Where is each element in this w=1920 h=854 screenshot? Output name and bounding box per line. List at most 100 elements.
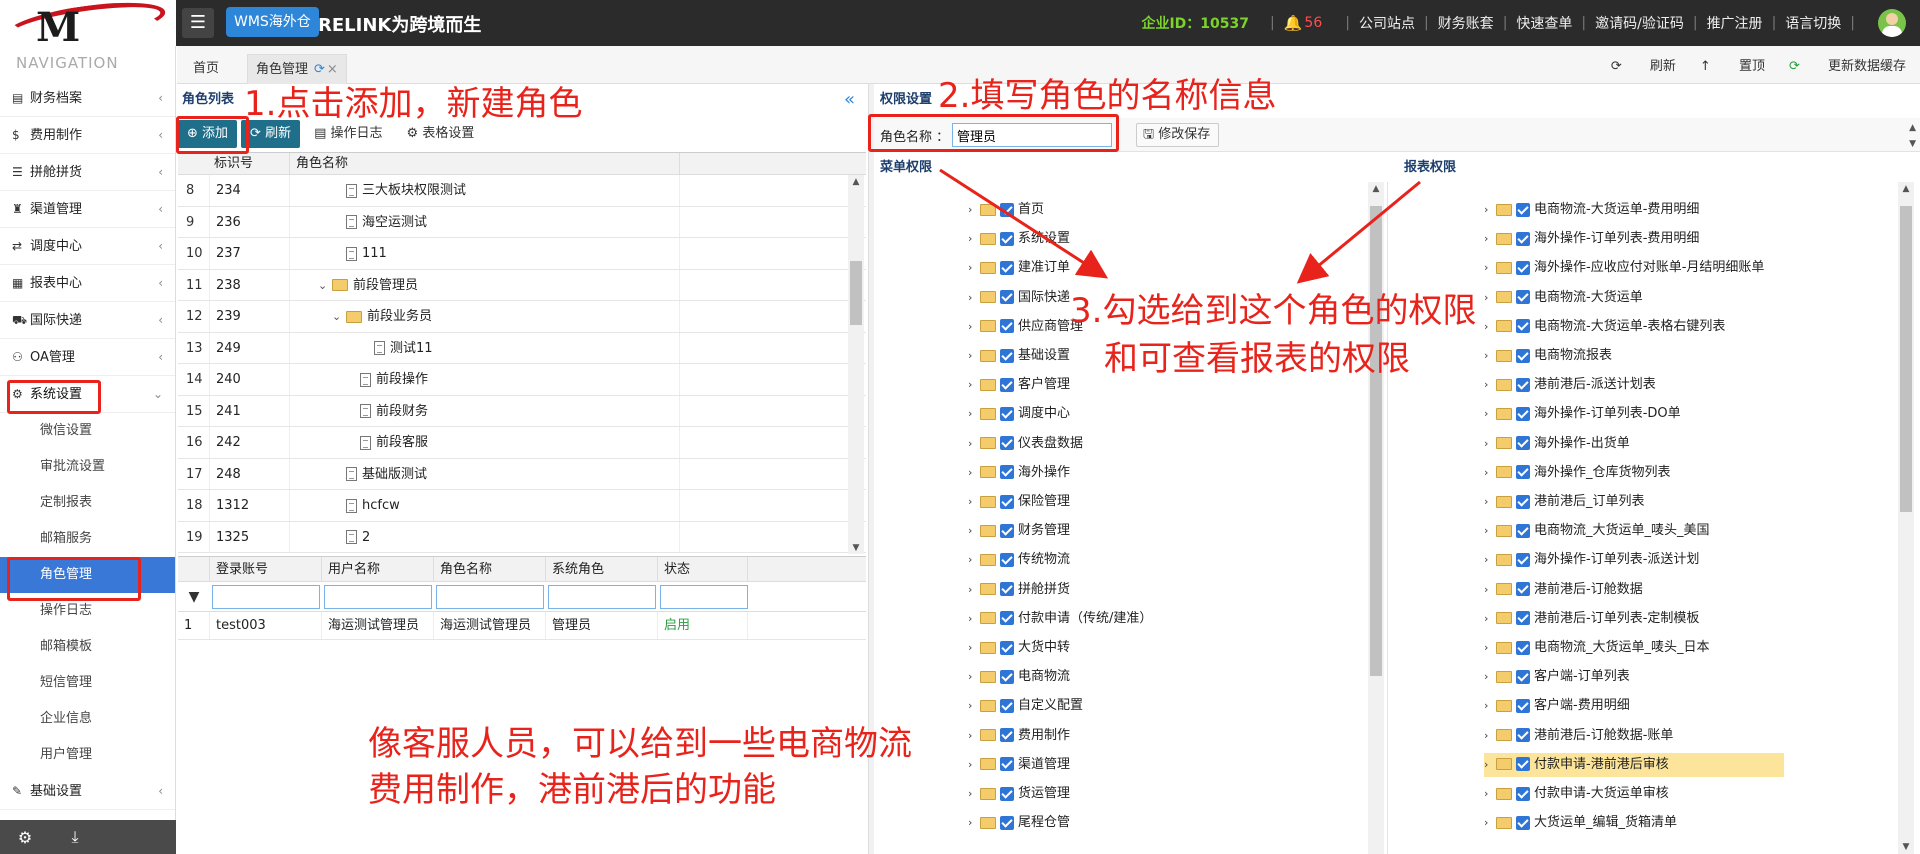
checkbox[interactable] xyxy=(1516,231,1530,246)
tree-node[interactable]: › 付款申请-港前港后审核 xyxy=(1484,752,1784,777)
tree-node[interactable]: › 基础设置 xyxy=(968,344,1070,368)
tree-node[interactable]: › 调度中心 xyxy=(968,402,1070,426)
checkbox[interactable] xyxy=(1000,319,1014,334)
chevron-right-icon[interactable]: › xyxy=(968,753,980,777)
chevron-down-icon[interactable]: ⌄ xyxy=(318,270,332,302)
notification-count[interactable]: 56 xyxy=(1304,15,1322,31)
checkbox[interactable] xyxy=(1516,728,1530,743)
chevron-right-icon[interactable]: › xyxy=(1484,578,1496,602)
chevron-down-icon[interactable]: ⌄ xyxy=(332,301,346,333)
column-header-account[interactable]: 登录账号 xyxy=(210,557,322,581)
tree-node[interactable]: › 系统设置 xyxy=(968,227,1070,251)
refresh-icon[interactable]: ⟳ xyxy=(314,62,325,77)
chevron-right-icon[interactable]: › xyxy=(968,227,980,251)
sidebar-subitem-2[interactable]: 定制报表 xyxy=(0,485,175,521)
table-row[interactable]: 13 249 测试11 xyxy=(178,332,866,364)
table-row[interactable]: 19 1325 2 xyxy=(178,521,866,553)
checkbox[interactable] xyxy=(1000,757,1014,772)
report-tree-scrollbar[interactable]: ▲ ▼ xyxy=(1898,182,1914,854)
sidebar-item-2[interactable]: ☰ 拼舱拼货 ‹ xyxy=(0,154,175,191)
tree-node[interactable]: › 客户端-订单列表 xyxy=(1484,665,1630,689)
save-changes-button[interactable]: 🖫 修改保存 xyxy=(1136,123,1220,147)
chevron-right-icon[interactable]: › xyxy=(1484,286,1496,310)
filter-icon[interactable]: ▼ xyxy=(178,589,210,605)
sidebar-subitem-3[interactable]: 邮箱服务 xyxy=(0,521,175,557)
chevron-right-icon[interactable]: › xyxy=(968,432,980,456)
tree-node[interactable]: › 客户管理 xyxy=(968,373,1070,397)
table-row[interactable]: 15 241 前段财务 xyxy=(178,395,866,427)
tree-node[interactable]: › 港前港后-订舱数据-账单 xyxy=(1484,724,1673,748)
chevron-right-icon[interactable]: › xyxy=(1484,607,1496,631)
tree-node[interactable]: › 海外操作-订单列表-派送计划 xyxy=(1484,548,1699,572)
link-company-site[interactable]: 公司站点 xyxy=(1359,13,1415,33)
sidebar-subitem-6[interactable]: 邮箱模板 xyxy=(0,629,175,665)
checkbox[interactable] xyxy=(1000,815,1014,830)
link-quick-search[interactable]: 快速查单 xyxy=(1516,13,1572,33)
chevron-right-icon[interactable]: › xyxy=(968,782,980,806)
tree-node[interactable]: › 货运管理 xyxy=(968,782,1070,806)
tree-node[interactable]: › 电商物流_大货运单_唛头_日本 xyxy=(1484,636,1710,660)
checkbox[interactable] xyxy=(1516,377,1530,392)
checkbox[interactable] xyxy=(1000,494,1014,509)
checkbox[interactable] xyxy=(1000,436,1014,451)
chevron-right-icon[interactable]: › xyxy=(968,402,980,426)
checkbox[interactable] xyxy=(1000,552,1014,567)
table-row[interactable]: 16 242 前段客服 xyxy=(178,427,866,459)
tree-node[interactable]: › 电商物流_大货运单_唛头_美国 xyxy=(1484,519,1710,543)
tree-node[interactable]: › 大货中转 xyxy=(968,636,1070,660)
column-header-username[interactable]: 用户名称 xyxy=(322,557,434,581)
tree-node[interactable]: › 港前港后-订舱数据 xyxy=(1484,578,1643,602)
checkbox[interactable] xyxy=(1516,640,1530,655)
tree-node[interactable]: › 尾程仓管 xyxy=(968,811,1070,835)
sidebar-item-6[interactable]: ⛟ 国际快递 ‹ xyxy=(0,302,175,339)
tree-node[interactable]: › 客户端-费用明细 xyxy=(1484,694,1630,718)
checkbox[interactable] xyxy=(1000,669,1014,684)
tree-node[interactable]: › 电商物流-大货运单 xyxy=(1484,286,1643,310)
wms-badge[interactable]: WMS海外仓 xyxy=(226,7,319,37)
pin-top-button[interactable]: ↑ 置顶 xyxy=(1700,55,1765,74)
collapse-panel-icon[interactable]: « xyxy=(844,86,855,114)
tree-node[interactable]: › 港前港后-订单列表-定制模板 xyxy=(1484,607,1699,631)
avatar[interactable] xyxy=(1878,9,1906,37)
filter-username-input[interactable] xyxy=(324,584,432,609)
tree-node[interactable]: › 港前港后-派送计划表 xyxy=(1484,373,1656,397)
role-grid-scrollbar[interactable]: ▲ ▼ xyxy=(848,175,864,554)
chevron-right-icon[interactable]: › xyxy=(1484,519,1496,543)
tree-node[interactable]: › 电商物流报表 xyxy=(1484,344,1612,368)
menu-toggle-icon[interactable]: ☰ xyxy=(182,8,214,38)
tree-node[interactable]: › 国际快递 xyxy=(968,286,1070,310)
table-row[interactable]: 8 234 三大板块权限测试 xyxy=(178,175,866,207)
checkbox[interactable] xyxy=(1516,202,1530,217)
chevron-right-icon[interactable]: › xyxy=(1484,256,1496,280)
link-invite-code[interactable]: 邀请码/验证码 xyxy=(1595,13,1684,33)
checkbox[interactable] xyxy=(1000,260,1014,275)
chevron-right-icon[interactable]: › xyxy=(968,665,980,689)
table-row[interactable]: 11 238 ⌄ 前段管理员 xyxy=(178,269,866,302)
sidebar-item-0[interactable]: ▤ 财务档案 ‹ xyxy=(0,80,175,117)
checkbox[interactable] xyxy=(1000,377,1014,392)
chevron-right-icon[interactable]: › xyxy=(1484,811,1496,835)
chevron-right-icon[interactable]: › xyxy=(968,198,980,222)
chevron-right-icon[interactable]: › xyxy=(968,607,980,631)
tree-node[interactable]: › 传统物流 xyxy=(968,548,1070,572)
tree-node[interactable]: › 仪表盘数据 xyxy=(968,432,1083,456)
chevron-right-icon[interactable]: › xyxy=(968,315,980,339)
tree-node[interactable]: › 付款申请（传统/建准） xyxy=(968,607,1152,631)
column-header-name[interactable]: 角色名称 xyxy=(290,153,680,174)
filter-status-input[interactable] xyxy=(660,584,748,609)
chevron-right-icon[interactable]: › xyxy=(1484,548,1496,572)
tree-node[interactable]: › 财务管理 xyxy=(968,519,1070,543)
checkbox[interactable] xyxy=(1000,582,1014,597)
table-row[interactable]: 9 236 海空运测试 xyxy=(178,206,866,238)
tree-node[interactable]: › 付款申请-大货运单审核 xyxy=(1484,782,1669,806)
sidebar-subitem-1[interactable]: 审批流设置 xyxy=(0,449,175,485)
chevron-right-icon[interactable]: › xyxy=(1484,461,1496,485)
link-promo-register[interactable]: 推广注册 xyxy=(1707,13,1763,33)
tree-node[interactable]: › 海外操作 xyxy=(968,461,1070,485)
tree-node[interactable]: › 建准订单 xyxy=(968,256,1070,280)
chevron-right-icon[interactable]: › xyxy=(1484,227,1496,251)
refresh-page-button[interactable]: ⟳ 刷新 xyxy=(1611,55,1676,74)
sidebar-item-1[interactable]: $ 费用制作 ‹ xyxy=(0,117,175,154)
sidebar-item-5[interactable]: ▦ 报表中心 ‹ xyxy=(0,265,175,302)
link-language[interactable]: 语言切换 xyxy=(1785,13,1841,33)
